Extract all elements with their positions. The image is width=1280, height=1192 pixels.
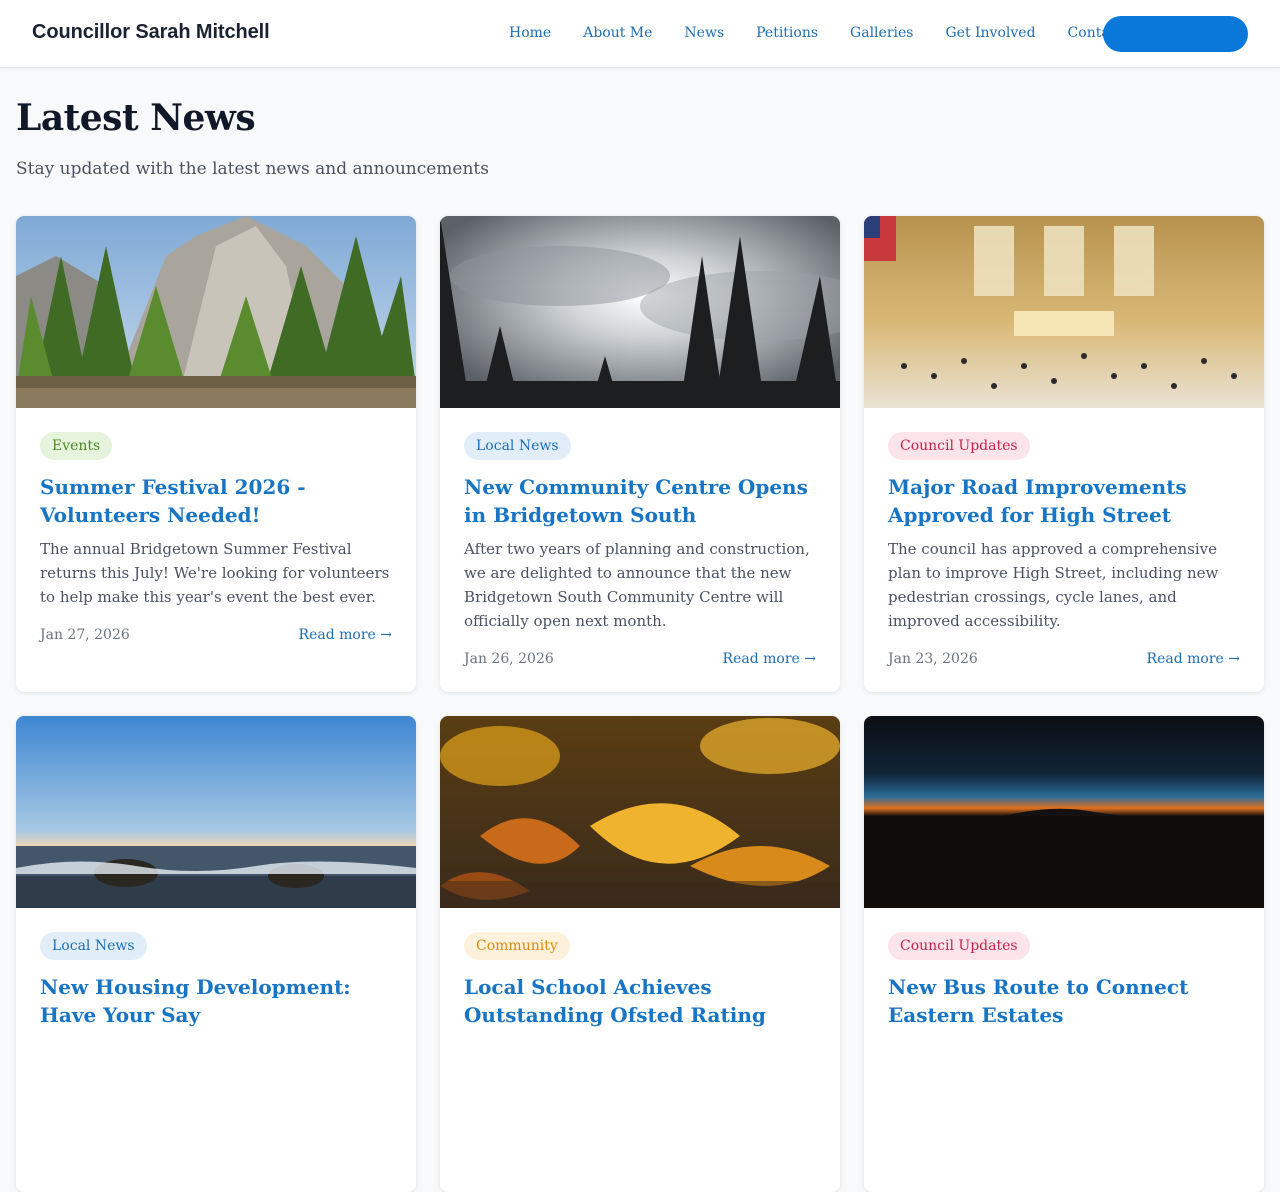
nav-about-link[interactable]: About Me: [583, 25, 652, 41]
card-body: Community Local School Achieves Outstand…: [464, 932, 816, 1029]
article-title[interactable]: Local School Achieves Outstanding Ofsted…: [464, 973, 816, 1029]
category-tag[interactable]: Local News: [40, 932, 147, 960]
site-brand[interactable]: Councillor Sarah Mitchell: [32, 21, 270, 44]
top-navbar: Councillor Sarah Mitchell Home About Me …: [0, 0, 1280, 68]
page-title: Latest News: [16, 97, 256, 139]
news-card[interactable]: Community Local School Achieves Outstand…: [440, 716, 840, 1192]
news-card[interactable]: Council Updates Major Road Improvements …: [864, 216, 1264, 692]
misty-trees-photo: [440, 216, 840, 408]
article-title[interactable]: New Community Centre Opens in Bridgetown…: [464, 473, 816, 529]
article-excerpt: After two years of planning and construc…: [464, 540, 810, 630]
nav-news-link[interactable]: News: [684, 25, 724, 41]
news-card[interactable]: Council Updates New Bus Route to Connect…: [864, 716, 1264, 1192]
page-subtitle: Stay updated with the latest news and an…: [16, 159, 489, 179]
nav-cta-button[interactable]: [1103, 16, 1248, 52]
article-date: Jan 26, 2026: [464, 651, 554, 667]
nav-home-link[interactable]: Home: [509, 25, 551, 41]
read-more-link[interactable]: Read more →: [723, 651, 816, 667]
article-title[interactable]: New Bus Route to Connect Eastern Estates: [888, 973, 1240, 1029]
category-tag[interactable]: Local News: [464, 432, 571, 460]
article-title[interactable]: Major Road Improvements Approved for Hig…: [888, 473, 1240, 529]
article-date: Jan 23, 2026: [888, 651, 978, 667]
card-body: Local News New Community Centre Opens in…: [464, 432, 816, 667]
read-more-link[interactable]: Read more →: [1147, 651, 1240, 667]
train-station-photo: [864, 216, 1264, 408]
card-footer: Jan 26, 2026 Read more →: [464, 651, 816, 667]
news-card[interactable]: Events Summer Festival 2026 - Volunteers…: [16, 216, 416, 692]
card-body: Local News New Housing Development: Have…: [40, 932, 392, 1029]
category-tag[interactable]: Council Updates: [888, 932, 1030, 960]
article-excerpt: The annual Bridgetown Summer Festival re…: [40, 540, 390, 606]
category-tag[interactable]: Community: [464, 932, 570, 960]
card-footer: Jan 23, 2026 Read more →: [888, 651, 1240, 667]
nav-get-involved-link[interactable]: Get Involved: [945, 25, 1035, 41]
ocean-waves-photo: [16, 716, 416, 908]
news-card[interactable]: Local News New Community Centre Opens in…: [440, 216, 840, 692]
main-nav: Home About Me News Petitions Galleries G…: [509, 25, 1155, 41]
article-title[interactable]: Summer Festival 2026 - Volunteers Needed…: [40, 473, 392, 529]
card-body: Council Updates Major Road Improvements …: [888, 432, 1240, 667]
article-title[interactable]: New Housing Development: Have Your Say: [40, 973, 392, 1029]
card-body: Council Updates New Bus Route to Connect…: [888, 932, 1240, 1029]
category-tag[interactable]: Events: [40, 432, 113, 460]
article-excerpt: The council has approved a comprehensive…: [888, 540, 1219, 630]
card-body: Events Summer Festival 2026 - Volunteers…: [40, 432, 392, 643]
read-more-link[interactable]: Read more →: [299, 627, 392, 643]
article-date: Jan 27, 2026: [40, 627, 130, 643]
autumn-leaves-photo: [440, 716, 840, 908]
night-horizon-photo: [864, 716, 1264, 908]
nav-petitions-link[interactable]: Petitions: [756, 25, 818, 41]
nav-galleries-link[interactable]: Galleries: [850, 25, 913, 41]
category-tag[interactable]: Council Updates: [888, 432, 1030, 460]
news-card[interactable]: Local News New Housing Development: Have…: [16, 716, 416, 1192]
card-footer: Jan 27, 2026 Read more →: [40, 627, 392, 643]
forest-mountain-photo: [16, 216, 416, 408]
